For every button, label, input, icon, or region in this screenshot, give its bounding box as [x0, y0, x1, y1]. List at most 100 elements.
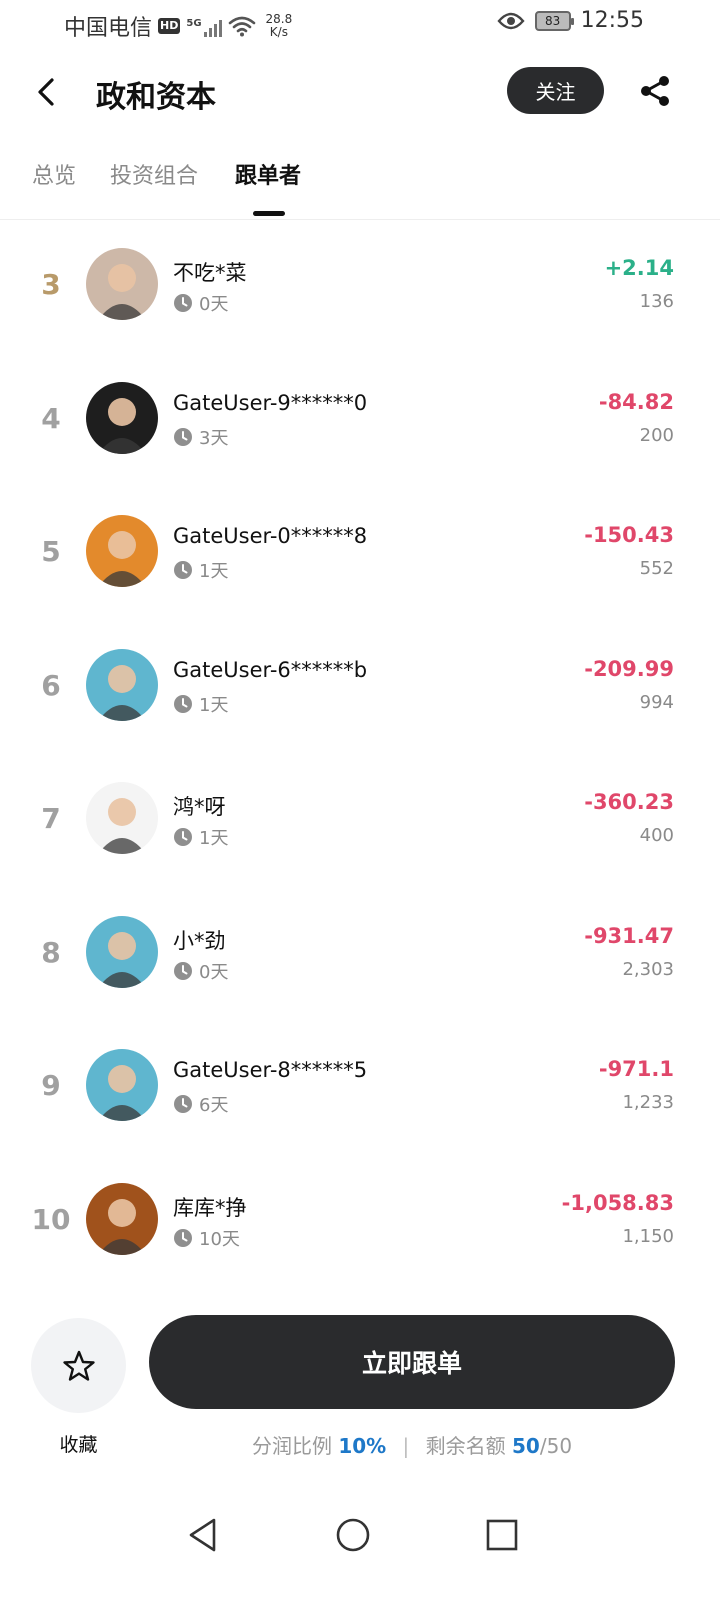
- info-separator: |: [402, 1434, 410, 1458]
- follower-pnl: -209.99: [584, 656, 674, 681]
- follower-row[interactable]: 5 GateUser-0******8 1天 -150.43 552: [0, 487, 720, 621]
- follower-row[interactable]: 6 GateUser-6******b 1天 -209.99 994: [0, 621, 720, 755]
- follower-rank: 6: [41, 668, 61, 702]
- follower-name: GateUser-6******b: [173, 657, 368, 682]
- follow-now-button[interactable]: 立即跟单: [149, 1315, 675, 1409]
- nav-back-button[interactable]: [178, 1510, 228, 1560]
- nav-home-icon: [336, 1518, 370, 1552]
- follower-pnl: +2.14: [604, 256, 674, 280]
- follower-amount: 200: [639, 424, 674, 446]
- follow-days: 1天: [199, 561, 229, 582]
- follow-duration: 10天: [173, 1225, 240, 1251]
- remaining-label: 剩余名额: [425, 1434, 506, 1458]
- follow-days: 0天: [199, 961, 229, 983]
- follower-pnl: -150.43: [584, 523, 674, 547]
- follower-row[interactable]: 4 GateUser-9******0 3天 -84.82 200: [0, 354, 720, 488]
- follow-days: 0天: [199, 294, 229, 315]
- follower-name: 库库*挣: [173, 1195, 247, 1220]
- status-left: 中国电信 HD 5G 28.8 K/s: [64, 10, 292, 42]
- carrier-name: 中国电信: [64, 16, 153, 41]
- follower-row[interactable]: 7 鸿*呀 1天 -360.23 400: [0, 754, 720, 888]
- follower-name: GateUser-0******8: [173, 524, 368, 548]
- clock-icon: [174, 1095, 192, 1113]
- follower-amount: 552: [639, 558, 674, 579]
- follower-pnl: -1,058.83: [561, 1190, 674, 1215]
- tab-overview[interactable]: 总览: [32, 158, 76, 190]
- follower-row[interactable]: 9 GateUser-8******5 6天 -971.1 1,233: [0, 1021, 720, 1155]
- cellular-signal-icon: 5G: [186, 15, 222, 37]
- follower-name: GateUser-9******0: [173, 390, 368, 415]
- remaining-total: /50: [539, 1434, 573, 1458]
- follower-name: 不吃*菜: [173, 261, 247, 285]
- follower-amount: 1,150: [622, 1225, 674, 1247]
- clock-icon: [174, 294, 192, 312]
- tab-followers[interactable]: 跟单者: [235, 158, 301, 190]
- clock-icon: [174, 961, 192, 980]
- wifi-icon: [228, 16, 255, 37]
- nav-recent-icon: [486, 1519, 518, 1551]
- status-bar: 中国电信 HD 5G 28.8 K/s 83 12:55: [0, 0, 720, 50]
- avatar[interactable]: [86, 648, 158, 721]
- hd-badge: HD: [158, 18, 181, 34]
- follower-list: 3 不吃*菜 0天 +2.14 136 4 GateUser-9******0 3天 -84.8…: [0, 220, 720, 1288]
- battery-icon: 83: [534, 10, 574, 31]
- remaining-current: 50: [512, 1434, 540, 1458]
- avatar-image: [86, 915, 158, 988]
- status-right: 83 12:55: [497, 8, 644, 33]
- page-header: 政和资本 关注: [0, 56, 720, 126]
- follower-amount: 1,233: [622, 1092, 674, 1113]
- avatar-image: [86, 381, 158, 454]
- follow-duration: 0天: [173, 958, 228, 984]
- clock-icon: [174, 561, 192, 579]
- nav-recent-button[interactable]: [477, 1510, 527, 1560]
- network-speed: 28.8 K/s: [265, 12, 293, 39]
- tab-bar: 总览 投资组合 跟单者: [0, 150, 720, 220]
- avatar[interactable]: [86, 1049, 158, 1121]
- clock-icon: [174, 694, 192, 713]
- follow-days: 10天: [199, 1228, 240, 1250]
- eye-icon: [497, 12, 525, 29]
- follow-days: 3天: [199, 427, 229, 449]
- follower-pnl: -84.82: [598, 389, 674, 414]
- back-arrow-icon: [38, 78, 54, 106]
- follow-duration: 0天: [173, 290, 228, 316]
- follower-row[interactable]: 3 不吃*菜 0天 +2.14 136: [0, 220, 720, 354]
- follow-button[interactable]: 关注: [507, 67, 604, 114]
- share-button[interactable]: [636, 72, 674, 110]
- follow-days: 1天: [199, 694, 229, 716]
- clock-icon: [174, 427, 192, 446]
- follow-duration: 1天: [173, 557, 228, 583]
- avatar-image: [86, 1182, 158, 1255]
- follow-days: 1天: [199, 828, 229, 849]
- follower-row[interactable]: 10 库库*挣 10天 -1,058.83 1,150: [0, 1155, 720, 1289]
- follower-amount: 136: [639, 291, 674, 312]
- avatar[interactable]: [86, 915, 158, 988]
- follower-pnl: -931.47: [584, 923, 674, 948]
- favorite-button[interactable]: [31, 1318, 126, 1413]
- system-nav-bar: [0, 1490, 720, 1600]
- favorite-label: 收藏: [59, 1434, 98, 1456]
- avatar[interactable]: [86, 381, 158, 454]
- avatar-image: [86, 648, 158, 721]
- follower-amount: 400: [639, 825, 674, 846]
- avatar[interactable]: [86, 248, 158, 320]
- follow-duration: 1天: [173, 691, 228, 717]
- follower-rank: 9: [41, 1069, 61, 1102]
- avatar[interactable]: [86, 515, 158, 587]
- profit-share-label: 分润比例: [251, 1434, 332, 1458]
- avatar[interactable]: [86, 1182, 158, 1255]
- profit-share-value: 10%: [338, 1434, 387, 1458]
- follower-name: 小*劲: [173, 928, 226, 953]
- follower-amount: 994: [639, 691, 674, 713]
- follow-duration: 1天: [173, 824, 228, 850]
- follower-pnl: -360.23: [584, 790, 674, 814]
- follower-amount: 2,303: [622, 958, 674, 980]
- avatar[interactable]: [86, 782, 158, 854]
- follower-row[interactable]: 8 小*劲 0天 -931.47 2,303: [0, 888, 720, 1022]
- avatar-image: [86, 248, 158, 320]
- back-button[interactable]: [30, 76, 62, 108]
- nav-home-button[interactable]: [328, 1510, 378, 1560]
- follower-rank: 5: [41, 535, 61, 568]
- tab-portfolio[interactable]: 投资组合: [110, 158, 198, 190]
- follower-name: 鸿*呀: [173, 795, 226, 819]
